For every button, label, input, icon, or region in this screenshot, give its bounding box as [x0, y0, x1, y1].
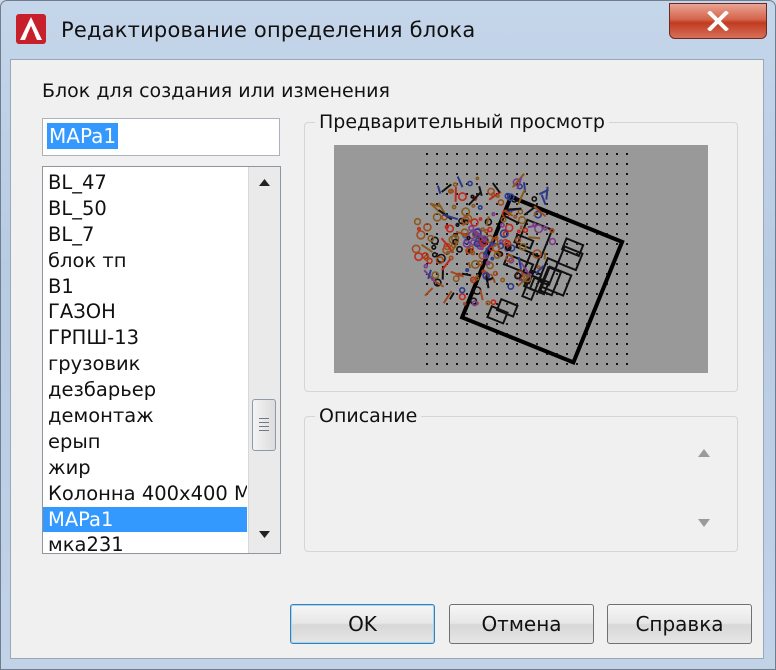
- block-list-item[interactable]: BL_7: [43, 222, 247, 248]
- block-list-item[interactable]: дезбарьер: [43, 377, 247, 403]
- block-list-item[interactable]: ГАЗОН: [43, 299, 247, 325]
- ok-button[interactable]: OK: [290, 604, 435, 644]
- block-list-item[interactable]: мка231: [43, 532, 247, 553]
- description-group: Описание: [304, 405, 738, 552]
- description-scroll-up-icon: [698, 449, 710, 457]
- block-list-item[interactable]: грузовик: [43, 351, 247, 377]
- preview-group: Предварительный просмотр: [304, 111, 738, 392]
- block-list-item[interactable]: BL_47: [43, 170, 247, 196]
- block-list-item[interactable]: ерып: [43, 429, 247, 455]
- description-scrollbar[interactable]: [689, 435, 719, 537]
- description-group-title: Описание: [315, 405, 422, 427]
- scroll-up-button[interactable]: [249, 167, 280, 199]
- block-list-items: BL_47 BL_50 BL_7 блок тп В1 ГАЗОН ГРПШ-13 грузо…: [43, 167, 247, 553]
- block-list-scrollbar[interactable]: [248, 167, 280, 553]
- scroll-thumb[interactable]: [252, 399, 276, 451]
- block-list[interactable]: BL_47 BL_50 BL_7 блок тп В1 ГАЗОН ГРПШ-13 грузо…: [42, 166, 281, 554]
- cancel-button[interactable]: Отмена: [449, 604, 594, 644]
- dialog-window: Редактирование определения блока Блок дл…: [0, 0, 776, 670]
- block-select-label: Блок для создания или изменения: [42, 80, 390, 102]
- block-name-selected-text: MAPa1: [47, 123, 119, 149]
- block-list-item[interactable]: демонтаж: [43, 403, 247, 429]
- block-list-item[interactable]: В1: [43, 274, 247, 300]
- block-list-item[interactable]: MAPa1: [43, 506, 247, 533]
- preview-drawing: [411, 153, 628, 365]
- block-list-item[interactable]: жир: [43, 455, 247, 481]
- help-button[interactable]: Справка: [607, 604, 752, 644]
- scroll-up-icon: [259, 179, 270, 186]
- window-title: Редактирование определения блока: [61, 18, 476, 42]
- block-list-item[interactable]: BL_50: [43, 196, 247, 222]
- description-scroll-down-icon: [698, 519, 710, 527]
- block-list-item[interactable]: Колонна 400х400 М: [43, 481, 247, 507]
- close-button[interactable]: [669, 3, 767, 39]
- block-name-input[interactable]: MAPa1: [42, 118, 280, 156]
- block-preview-image: [334, 145, 708, 373]
- scroll-down-button[interactable]: [249, 519, 280, 551]
- preview-group-title: Предварительный просмотр: [315, 111, 609, 133]
- dialog-client-area: Блок для создания или изменения MAPa1 BL…: [10, 59, 764, 659]
- description-textarea[interactable]: [315, 435, 685, 535]
- title-bar[interactable]: Редактирование определения блока: [1, 1, 775, 59]
- scroll-down-icon: [259, 531, 270, 538]
- close-icon: [707, 11, 729, 31]
- autocad-app-icon: [16, 14, 46, 44]
- block-list-item[interactable]: ГРПШ-13: [43, 325, 247, 351]
- block-list-item[interactable]: блок тп: [43, 248, 247, 274]
